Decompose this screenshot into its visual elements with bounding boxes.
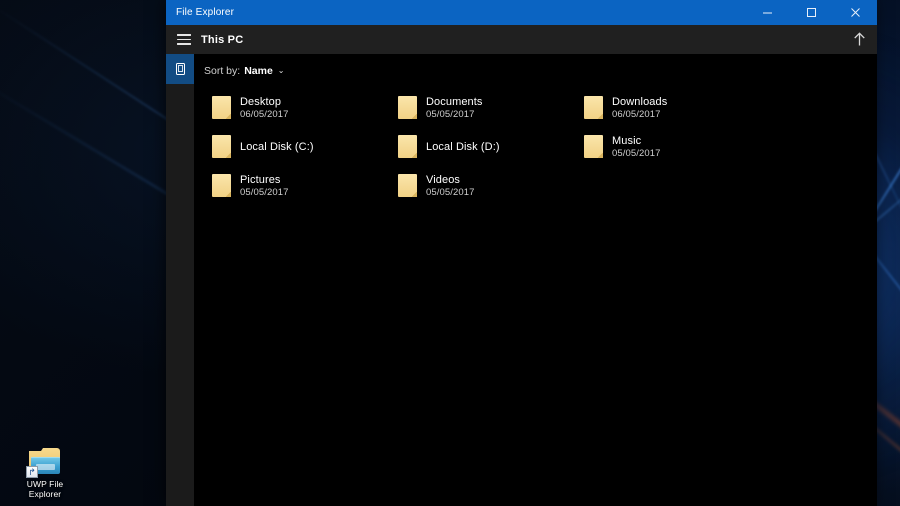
current-location-title: This PC bbox=[201, 33, 244, 46]
list-item-text: Videos 05/05/2017 bbox=[426, 173, 475, 199]
shortcut-arrow-badge-icon: ↱ bbox=[26, 466, 38, 478]
list-item[interactable]: Downloads 06/05/2017 bbox=[574, 88, 760, 127]
minimize-button[interactable] bbox=[745, 0, 789, 25]
list-item-text: Desktop 06/05/2017 bbox=[240, 95, 289, 121]
minimize-icon bbox=[762, 12, 772, 14]
items-grid: Desktop 06/05/2017 Documents 05/05/2017 Down… bbox=[202, 88, 877, 205]
folder-icon bbox=[584, 135, 603, 158]
list-item-name: Local Disk (D:) bbox=[426, 140, 500, 153]
list-item-date: 06/05/2017 bbox=[240, 108, 289, 120]
navigate-up-button[interactable] bbox=[841, 25, 877, 54]
sort-by-label: Sort by: bbox=[204, 65, 241, 77]
list-item-name: Documents bbox=[426, 95, 483, 108]
list-item[interactable]: Videos 05/05/2017 bbox=[388, 166, 574, 205]
folder-icon bbox=[398, 174, 417, 197]
sort-by-control[interactable]: Sort by: Name ⌄ bbox=[202, 65, 285, 77]
window-titlebar[interactable]: File Explorer bbox=[166, 0, 877, 25]
navigation-bar: This PC bbox=[166, 25, 877, 54]
list-item-date: 05/05/2017 bbox=[426, 186, 475, 198]
list-item[interactable]: Local Disk (D:) bbox=[388, 127, 574, 166]
maximize-button[interactable] bbox=[789, 0, 833, 25]
window-body: Sort by: Name ⌄ Desktop 06/05/2017 Documen… bbox=[166, 54, 877, 506]
list-item-text: Pictures 05/05/2017 bbox=[240, 173, 289, 199]
folder-icon bbox=[212, 174, 231, 197]
list-item-name: Pictures bbox=[240, 173, 281, 186]
window-title: File Explorer bbox=[176, 7, 235, 18]
list-item-text: Local Disk (D:) bbox=[426, 140, 500, 154]
list-item[interactable]: Pictures 05/05/2017 bbox=[202, 166, 388, 205]
list-item-text: Documents 05/05/2017 bbox=[426, 95, 483, 121]
list-item[interactable]: Local Disk (C:) bbox=[202, 127, 388, 166]
close-icon bbox=[850, 8, 860, 17]
list-item-name: Downloads bbox=[612, 95, 668, 108]
list-item-name: Local Disk (C:) bbox=[240, 140, 314, 153]
list-item[interactable]: Documents 05/05/2017 bbox=[388, 88, 574, 127]
folder-icon bbox=[212, 135, 231, 158]
file-explorer-folder-icon: ↱ bbox=[26, 448, 62, 478]
list-item-name: Music bbox=[612, 134, 642, 147]
list-item[interactable]: Music 05/05/2017 bbox=[574, 127, 760, 166]
desktop-icon-label-line2: Explorer bbox=[28, 489, 62, 499]
list-item[interactable]: Desktop 06/05/2017 bbox=[202, 88, 388, 127]
list-item-name: Videos bbox=[426, 173, 461, 186]
sort-by-value: Name bbox=[244, 65, 273, 77]
sidebar-rail bbox=[166, 54, 194, 506]
folder-icon bbox=[398, 96, 417, 119]
list-item-date: 05/05/2017 bbox=[426, 108, 475, 120]
this-pc-icon bbox=[175, 63, 185, 75]
list-item-date: 05/05/2017 bbox=[240, 186, 289, 198]
folder-icon bbox=[398, 135, 417, 158]
list-item-name: Desktop bbox=[240, 95, 282, 108]
up-arrow-icon bbox=[853, 32, 865, 46]
file-explorer-window[interactable]: File Explorer This PC Sort by: Name ⌄ De… bbox=[166, 0, 877, 506]
sidebar-item-this-pc[interactable] bbox=[166, 54, 194, 84]
folder-icon bbox=[584, 96, 603, 119]
folder-icon bbox=[212, 96, 231, 119]
content-pane: Sort by: Name ⌄ Desktop 06/05/2017 Documen… bbox=[194, 54, 877, 506]
desktop-icon-uwp-file-explorer[interactable]: ↱ UWP File Explorer bbox=[16, 448, 74, 499]
maximize-icon bbox=[806, 8, 816, 17]
list-item-text: Downloads 06/05/2017 bbox=[612, 95, 667, 121]
chevron-down-icon: ⌄ bbox=[277, 66, 285, 75]
desktop[interactable]: ↱ UWP File Explorer File Explorer This P… bbox=[0, 0, 900, 506]
list-item-text: Local Disk (C:) bbox=[240, 140, 314, 154]
list-item-date: 05/05/2017 bbox=[612, 147, 661, 159]
list-item-date: 06/05/2017 bbox=[612, 108, 661, 120]
desktop-icon-label-line1: UWP File bbox=[26, 479, 64, 489]
list-item-text: Music 05/05/2017 bbox=[612, 134, 661, 160]
hamburger-menu-icon[interactable] bbox=[166, 25, 201, 54]
close-button[interactable] bbox=[833, 0, 877, 25]
